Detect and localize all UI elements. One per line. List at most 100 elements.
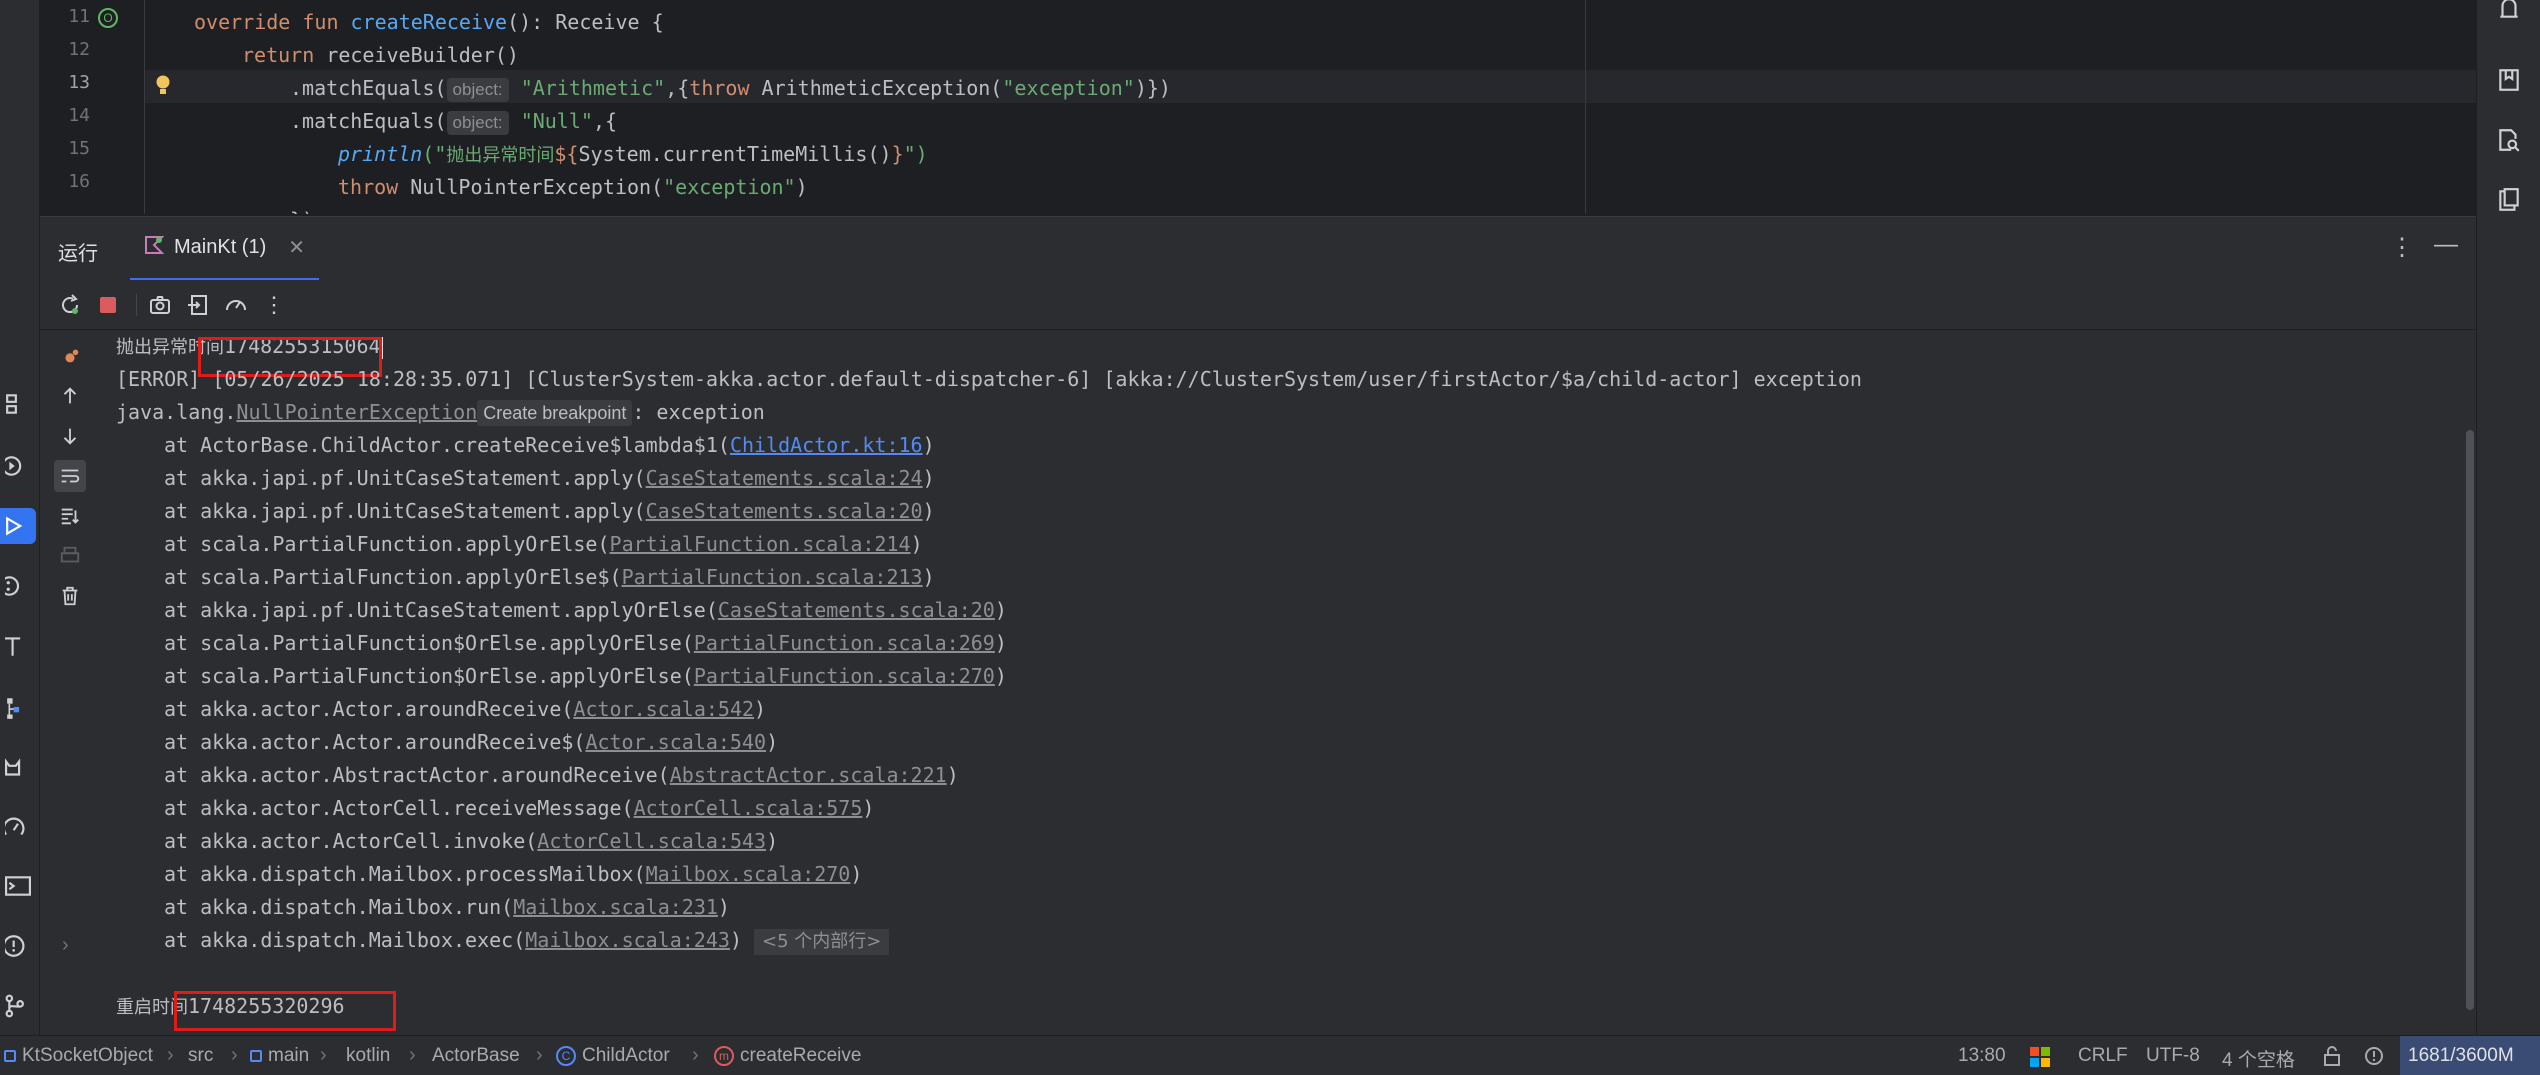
source-link[interactable]: ActorCell.scala:543 [537,829,766,853]
console-error-line: [ERROR] [05/26/2025 18:28:35.071] [Clust… [116,367,1862,391]
close-tab-icon[interactable]: ✕ [288,235,305,260]
code-editor[interactable]: 11 O 12 13 14 15 16 override fun createR… [40,0,2476,214]
scroll-up-icon[interactable] [54,380,86,412]
source-link[interactable]: AbstractActor.scala:221 [670,763,947,787]
stack-line: at scala.PartialFunction.applyOrElse(Par… [164,532,923,556]
memory-indicator[interactable]: 1681/3600M [2400,1036,2540,1075]
override-marker-icon[interactable]: O [98,8,118,28]
file-encoding[interactable]: UTF-8 [2146,1045,2200,1067]
breadcrumb-childactor[interactable]: C ChildActor [556,1045,670,1067]
inspection-icon[interactable] [2364,1046,2384,1072]
source-link[interactable]: CaseStatements.scala:24 [646,466,923,490]
source-link[interactable]: PartialFunction.scala:270 [694,664,995,688]
git-icon[interactable] [0,988,36,1024]
breadcrumb-separator: › [320,1044,327,1066]
file-search-icon[interactable] [2493,124,2525,156]
run-toolbar: ⋮ [40,280,2476,330]
stack-line: at scala.PartialFunction$OrElse.applyOrE… [164,631,1007,655]
create-breakpoint-button[interactable]: Create breakpoint [477,400,633,426]
minimize-icon[interactable]: — [2434,231,2458,259]
soft-wrap-icon[interactable] [54,460,86,492]
breadcrumb-separator: › [409,1044,416,1066]
source-link[interactable]: Actor.scala:542 [573,697,754,721]
breadcrumb-src[interactable]: src [188,1045,213,1067]
exception-link[interactable]: NullPointerException [236,400,477,424]
lightbulb-icon[interactable] [154,74,172,103]
source-link[interactable]: Actor.scala:540 [585,730,766,754]
cat-icon[interactable] [0,750,36,786]
scroll-down-icon[interactable] [54,420,86,452]
source-link[interactable]: PartialFunction.scala:213 [622,565,923,589]
build-icon[interactable] [0,628,36,664]
run-tool-window-header: 运行 MainKt (1) ✕ ⋮ — [40,216,2476,281]
console-output[interactable]: 抛出异常时间1748255315064 [ERROR] [05/26/2025 … [100,330,2476,1035]
stack-line: at akka.actor.Actor.aroundReceive$(Actor… [164,730,779,754]
tab-label: MainKt (1) [174,236,267,258]
code-line-15: println("抛出异常时间${System.currentTimeMilli… [338,142,928,166]
source-link[interactable]: CaseStatements.scala:20 [646,499,923,523]
indent-guide [144,0,145,214]
gauge-icon[interactable] [220,289,252,321]
cursor-position[interactable]: 13:80 [1958,1045,2006,1067]
problems-icon[interactable] [0,928,36,964]
windows-logo-icon [2030,1047,2050,1067]
plugins-icon[interactable] [0,568,36,604]
lock-icon[interactable] [2322,1046,2342,1072]
stop-icon[interactable] [92,289,124,321]
breadcrumb-project[interactable]: KtSocketObject [4,1045,153,1067]
source-link[interactable]: PartialFunction.scala:269 [694,631,995,655]
internal-lines-fold[interactable]: <5 个内部行> [754,929,890,955]
profiler-icon[interactable] [0,810,36,846]
terminal-icon[interactable] [0,868,36,904]
stack-line: at akka.actor.AbstractActor.aroundReceiv… [164,763,959,787]
stack-line: at akka.actor.Actor.aroundReceive(Actor.… [164,697,767,721]
scroll-to-end-icon[interactable] [54,500,86,532]
stack-line: at akka.dispatch.Mailbox.exec(Mailbox.sc… [164,924,890,957]
structure-icon[interactable] [0,386,36,422]
line-number: 15 [68,138,90,159]
stack-line: at akka.actor.ActorCell.invoke(ActorCell… [164,829,779,853]
clipboard-icon[interactable] [2493,184,2525,216]
bookmarks-icon[interactable] [2493,64,2525,96]
line-separator[interactable]: CRLF [2078,1045,2128,1067]
breadcrumb-separator: › [167,1044,174,1066]
more-actions-icon[interactable]: ⋮ [258,289,290,321]
source-link[interactable]: ActorCell.scala:575 [634,796,863,820]
breadcrumb-separator: › [536,1044,543,1066]
code-line-13: .matchEquals(object: "Arithmetic",{throw… [290,76,1171,102]
breadcrumb-main[interactable]: main [250,1045,309,1067]
source-link[interactable]: CaseStatements.scala:20 [718,598,995,622]
services-icon[interactable] [0,448,36,484]
stack-line: at scala.PartialFunction$OrElse.applyOrE… [164,664,1007,688]
indent-setting[interactable]: 4 个空格 [2222,1045,2295,1072]
notifications-icon[interactable] [2493,0,2525,24]
module-icon [4,1050,16,1062]
left-tool-strip [0,0,40,1035]
breadcrumb-kotlin[interactable]: kotlin [346,1045,390,1067]
source-link[interactable]: PartialFunction.scala:214 [610,532,911,556]
method-icon: m [714,1046,734,1066]
source-link[interactable]: Mailbox.scala:243 [525,928,730,952]
print-icon[interactable] [54,540,86,572]
breadcrumb-createreceive[interactable]: m createReceive [714,1045,861,1067]
kotlin-run-config-icon [144,235,165,261]
exit-icon[interactable] [182,289,214,321]
code-line-17: }) [290,204,314,214]
expand-chevron-icon[interactable]: › [62,934,69,957]
highlight-box-restart-time [174,991,396,1031]
console-scrollbar[interactable] [2466,430,2474,1010]
source-link[interactable]: Mailbox.scala:270 [646,862,851,886]
breadcrumb-separator: › [231,1044,238,1066]
tab-mainkt[interactable]: MainKt (1) ✕ [130,217,320,281]
rerun-icon[interactable] [54,289,86,321]
more-options-icon[interactable]: ⋮ [2390,233,2414,262]
camera-icon[interactable] [144,289,176,321]
breadcrumb-actorbase[interactable]: ActorBase [432,1045,520,1067]
stack-line: at scala.PartialFunction.applyOrElse$(Pa… [164,565,935,589]
run-icon[interactable] [0,508,36,544]
debug-bug-icon[interactable] [54,340,86,372]
source-link[interactable]: ChildActor.kt:16 [730,433,923,457]
hierarchy-icon[interactable] [0,690,36,726]
clear-trash-icon[interactable] [54,580,86,612]
source-link[interactable]: Mailbox.scala:231 [513,895,718,919]
